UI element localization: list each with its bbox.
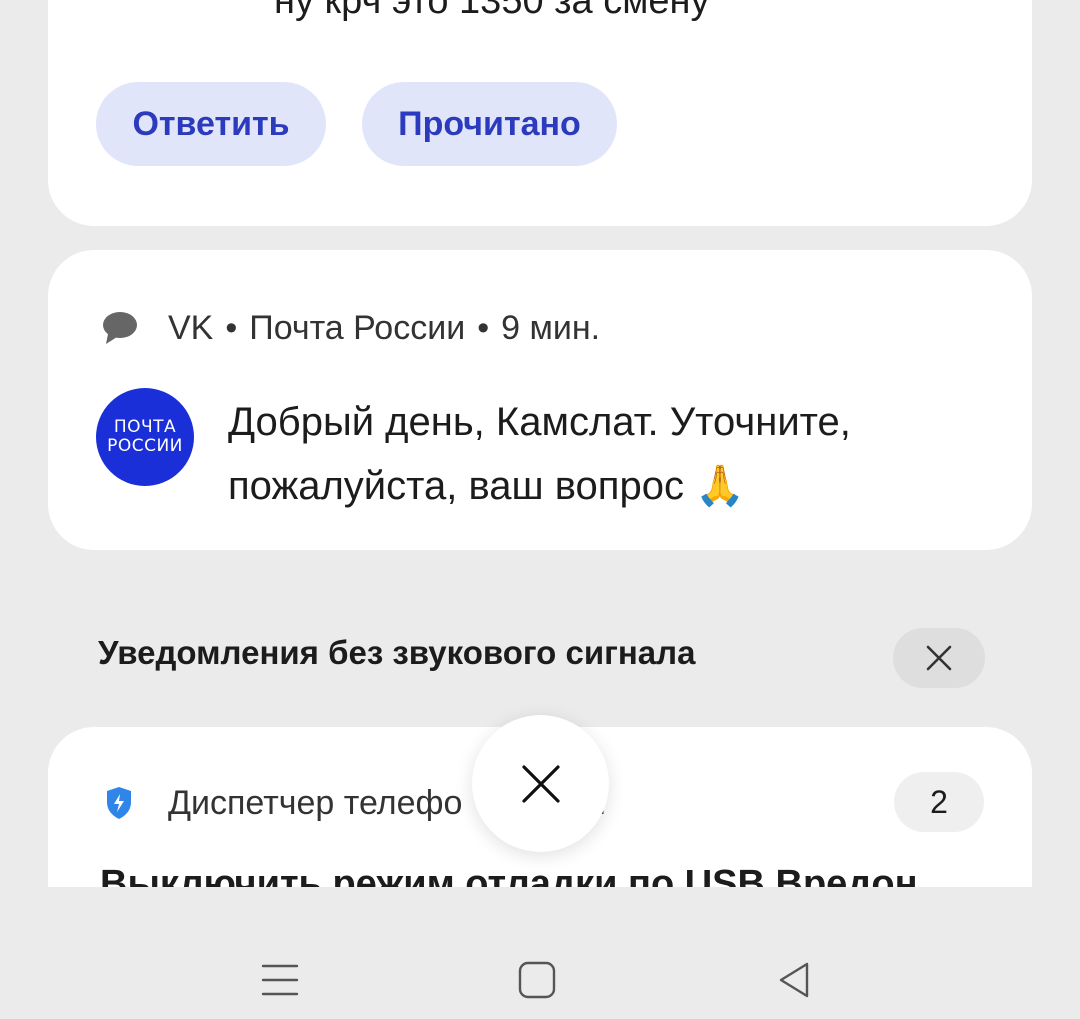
back-button[interactable] — [764, 950, 824, 1010]
vk-notification-card[interactable]: VK • Почта России • 9 мин. ПОЧТА РОССИИ … — [48, 250, 1032, 550]
mark-read-button[interactable]: Прочитано — [362, 82, 617, 166]
clear-silent-button[interactable] — [893, 628, 985, 688]
menu-icon — [261, 964, 299, 996]
notification-time: 9 мин. — [501, 308, 601, 347]
notification-message-partial: ну крч это 1350 за смену — [274, 0, 710, 22]
app-name: VK — [168, 308, 214, 347]
back-icon — [779, 962, 809, 998]
home-button[interactable] — [507, 950, 567, 1010]
separator: • — [225, 308, 238, 347]
shield-lightning-icon — [107, 787, 131, 819]
notification-title-partial: Выключить режим отладки по USB Вредон — [100, 863, 918, 887]
notification-header: VK • Почта России • 9 мин. — [100, 306, 600, 350]
sender-name: Почта России — [249, 308, 466, 347]
silent-section-title: Уведомления без звукового сигнала — [98, 634, 696, 671]
notification-count-badge[interactable]: 2 — [894, 772, 984, 832]
home-icon — [518, 961, 556, 999]
reply-button[interactable]: Ответить — [96, 82, 326, 166]
chat-bubble-icon — [103, 312, 137, 344]
navigation-bar — [0, 930, 1080, 1019]
app-name-left: Диспетчер телефо — [168, 783, 463, 822]
notification-message: Добрый день, Камслат. Уточните, пожалуйс… — [228, 400, 851, 508]
avatar-logo-text: РОССИИ — [107, 436, 183, 456]
close-icon — [926, 645, 952, 671]
sender-avatar: ПОЧТА РОССИИ — [96, 388, 194, 486]
avatar-logo-text: ПОЧТА — [113, 417, 177, 437]
messenger-notification-card[interactable]: ну крч это 1350 за смену Ответить Прочит… — [48, 0, 1032, 226]
separator: • — [477, 308, 490, 347]
recent-apps-button[interactable] — [250, 950, 310, 1010]
dismiss-all-button[interactable] — [472, 715, 609, 852]
close-icon — [521, 764, 560, 803]
